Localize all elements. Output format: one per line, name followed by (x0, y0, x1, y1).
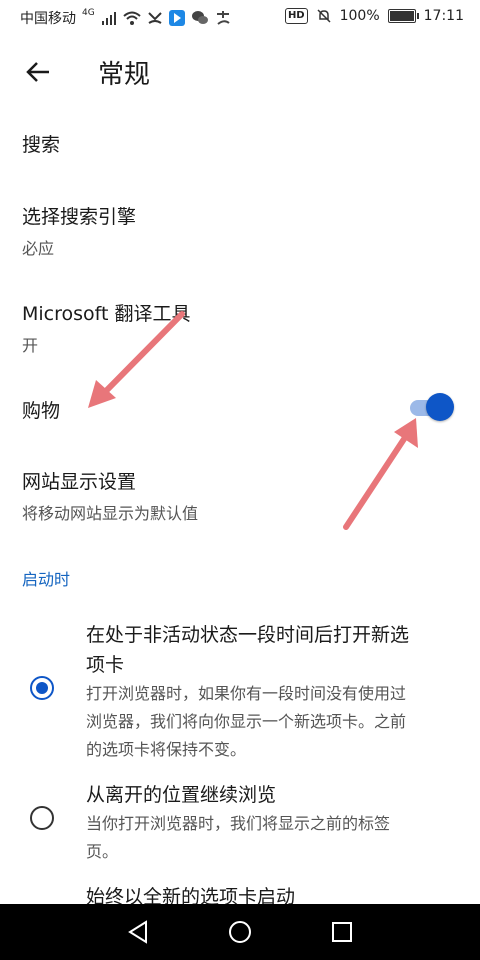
setting-value: 必应 (22, 239, 55, 258)
clock: 17:11 (423, 8, 464, 24)
option-title-line: 从离开的位置继续浏览 (86, 784, 277, 806)
setting-title: Microsoft 翻译工具 (22, 303, 191, 325)
nav-back-icon (128, 920, 147, 944)
setting-title: 网站显示设置 (22, 471, 137, 493)
setting-title: 选择搜索引擎 (22, 206, 137, 228)
app-notification-icon (168, 10, 185, 26)
back-arrow-icon (26, 62, 49, 82)
nav-home-button[interactable] (226, 918, 254, 946)
mute-icon (317, 9, 331, 23)
wifi-icon (123, 11, 141, 25)
status-bar: 中国移动 4G HD 100% 17:11 (0, 0, 480, 34)
network-type: 4G (82, 8, 95, 18)
nav-recents-button[interactable] (328, 918, 356, 946)
app-bar: 常规 (0, 44, 480, 100)
nav-home-icon (229, 921, 251, 943)
section-header-startup: 启动时 (22, 570, 71, 589)
toggle-thumb (426, 393, 454, 421)
startup-option-continue-where-left[interactable]: 从离开的位置继续浏览 当你打开浏览器时，我们将显示之前的标签 页。 (0, 780, 480, 861)
wechat-icon (191, 11, 208, 24)
nav-recents-icon (332, 922, 352, 942)
battery-percent: 100% (339, 8, 380, 24)
option-desc-line: 打开浏览器时，如果你有一段时间没有使用过 (86, 684, 407, 703)
option-title-line: 在处于非活动状态一段时间后打开新选 (86, 624, 410, 646)
hd-badge: HD (284, 8, 308, 24)
radio-button[interactable] (30, 676, 54, 700)
option-desc-line: 当你打开浏览器时，我们将显示之前的标签 (86, 814, 391, 833)
option-desc-line: 浏览器，我们将向你显示一个新选项卡。之前 (86, 712, 407, 731)
nav-back-button[interactable] (124, 918, 152, 946)
carrier-label: 中国移动 (20, 11, 76, 27)
setting-search-engine[interactable]: 选择搜索引擎 必应 (22, 202, 458, 259)
shopping-toggle[interactable] (408, 393, 454, 421)
setting-search[interactable]: 搜索 (22, 130, 458, 157)
alipay-icon (216, 11, 230, 25)
setting-title: 购物 (22, 400, 61, 422)
radio-button[interactable] (30, 806, 54, 830)
setting-site-display[interactable]: 网站显示设置 将移动网站显示为默认值 (22, 467, 458, 524)
startup-option-new-tab-after-inactive[interactable]: 在处于非活动状态一段时间后打开新选 项卡 打开浏览器时，如果你有一段时间没有使用… (0, 620, 480, 759)
missed-call-icon (147, 12, 162, 24)
battery-icon (387, 9, 419, 23)
setting-shopping[interactable]: 购物 (22, 396, 458, 423)
setting-translator[interactable]: Microsoft 翻译工具 开 (22, 299, 458, 356)
signal-icon (101, 12, 116, 25)
setting-value: 将移动网站显示为默认值 (22, 504, 199, 523)
back-button[interactable] (20, 54, 56, 90)
setting-value: 开 (22, 336, 39, 355)
option-desc-line: 页。 (86, 842, 119, 861)
setting-title: 搜索 (22, 134, 61, 156)
page-title: 常规 (98, 60, 151, 90)
system-nav-bar (0, 904, 480, 960)
option-title-line: 项卡 (86, 654, 125, 676)
option-desc-line: 的选项卡将保持不变。 (86, 740, 247, 759)
